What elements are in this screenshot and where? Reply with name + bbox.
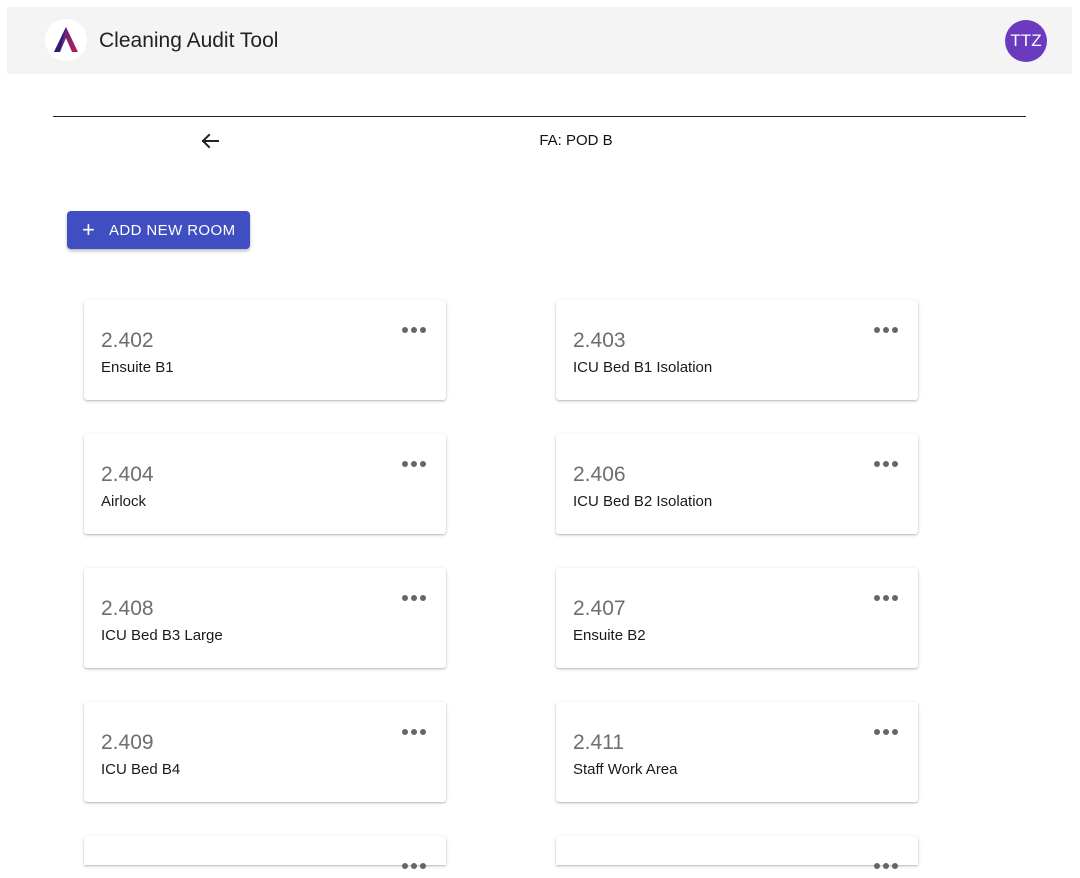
room-card[interactable]	[556, 836, 918, 869]
room-name: Staff Work Area	[573, 761, 678, 778]
room-number: 2.406	[573, 463, 626, 486]
more-horizontal-icon[interactable]	[868, 318, 904, 342]
room-card[interactable]	[84, 836, 446, 869]
room-number: 2.403	[573, 329, 626, 352]
header-divider	[53, 116, 1026, 117]
room-number: 2.402	[101, 329, 154, 352]
room-card[interactable]: 2.404 Airlock	[84, 434, 446, 534]
room-card[interactable]: 2.403 ICU Bed B1 Isolation	[556, 300, 918, 400]
app-bar: Cleaning Audit Tool TTZ	[7, 7, 1072, 74]
room-card[interactable]: 2.411 Staff Work Area	[556, 702, 918, 802]
more-horizontal-icon[interactable]	[396, 318, 432, 342]
room-number: 2.411	[573, 731, 624, 754]
room-card[interactable]: 2.402 Ensuite B1	[84, 300, 446, 400]
room-number: 2.407	[573, 597, 626, 620]
room-number: 2.404	[101, 463, 154, 486]
more-horizontal-icon[interactable]	[396, 854, 432, 878]
add-new-room-button[interactable]: + ADD NEW ROOM	[67, 211, 250, 249]
brand-logo-icon[interactable]	[45, 19, 87, 61]
room-name: ICU Bed B3 Large	[101, 627, 223, 644]
more-horizontal-icon[interactable]	[868, 720, 904, 744]
room-card[interactable]: 2.406 ICU Bed B2 Isolation	[556, 434, 918, 534]
more-horizontal-icon[interactable]	[868, 586, 904, 610]
room-name: Airlock	[101, 493, 147, 510]
room-name: Ensuite B2	[573, 627, 646, 644]
arrow-left-icon	[201, 133, 219, 149]
more-horizontal-icon[interactable]	[868, 452, 904, 476]
room-name: ICU Bed B4	[101, 761, 181, 778]
room-name: ICU Bed B1 Isolation	[573, 359, 713, 376]
add-new-room-label: ADD NEW ROOM	[109, 222, 236, 239]
room-card[interactable]: 2.408 ICU Bed B3 Large	[84, 568, 446, 668]
room-name: ICU Bed B2 Isolation	[573, 493, 713, 510]
room-number: 2.409	[101, 731, 154, 754]
more-horizontal-icon[interactable]	[868, 854, 904, 878]
more-horizontal-icon[interactable]	[396, 586, 432, 610]
room-name: Ensuite B1	[101, 359, 174, 376]
page-title: FA: POD B	[539, 132, 613, 149]
room-card[interactable]: 2.409 ICU Bed B4	[84, 702, 446, 802]
more-horizontal-icon[interactable]	[396, 452, 432, 476]
more-horizontal-icon[interactable]	[396, 720, 432, 744]
app-title: Cleaning Audit Tool	[99, 29, 279, 52]
user-avatar[interactable]: TTZ	[1005, 20, 1047, 62]
room-card[interactable]: 2.407 Ensuite B2	[556, 568, 918, 668]
room-number: 2.408	[101, 597, 154, 620]
plus-icon: +	[82, 217, 96, 242]
back-button[interactable]	[196, 127, 224, 155]
